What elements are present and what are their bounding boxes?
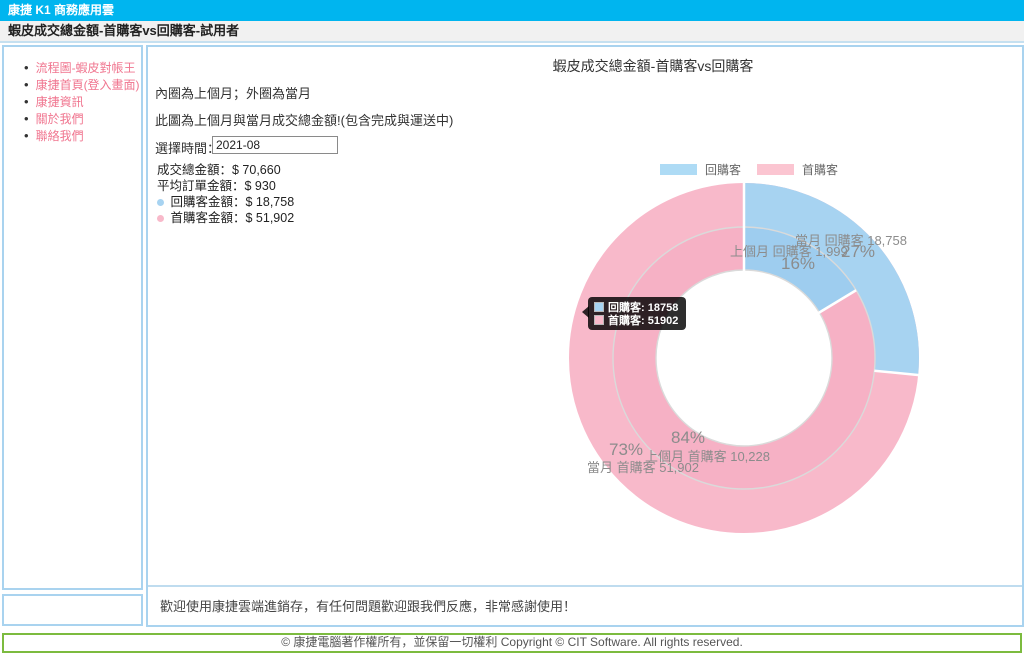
sidebar-link-list: • 流程圖-蝦皮對帳王 • 康捷首頁(登入畫面) • 康捷資訊 • 關於我們 •… (4, 47, 141, 144)
pct-last-month-first-purchase: 84% (671, 428, 705, 448)
page-title: 蝦皮成交總金額-首購客vs回購客-試用者 (8, 23, 239, 38)
welcome-message: 歡迎使用康捷雲端進銷存，有任何問題歡迎跟我們反應，非常感謝使用！ (160, 596, 576, 615)
bullet-icon: • (24, 60, 29, 75)
sidebar-link-contact[interactable]: 聯絡我們 (36, 127, 84, 144)
tooltip-swatch-blue (594, 302, 604, 312)
sidebar: • 流程圖-蝦皮對帳王 • 康捷首頁(登入畫面) • 康捷資訊 • 關於我們 •… (2, 45, 143, 590)
tooltip-row-first-purchase: 首購客: 51902 (594, 313, 678, 326)
ring-explanation-note: 內圈為上個月；外圈為當月 (155, 83, 311, 102)
bullet-icon: • (24, 128, 29, 143)
sidebar-item-about[interactable]: • 關於我們 (24, 110, 141, 127)
legend-label: 回購客 (705, 161, 741, 178)
legend-item-returning[interactable]: 回購客 (660, 161, 741, 178)
page-title-bar: 蝦皮成交總金額-首購客vs回購客-試用者 (0, 21, 1024, 43)
sidebar-link-home[interactable]: 康捷首頁(登入畫面) (36, 76, 140, 93)
footer: © 康捷電腦著作權所有，並保留一切權利 Copyright © CIT Soft… (2, 633, 1022, 653)
sidebar-item-info[interactable]: • 康捷資訊 (24, 93, 141, 110)
pct-last-month-returning: 16% (781, 254, 815, 274)
chart-description-note: 此圖為上個月與當月成交總金額!(包含完成與運送中) (155, 110, 453, 129)
bullet-icon: • (24, 111, 29, 126)
stat-first-purchase-amount: 首購客金額：$ 51,902 (157, 207, 294, 226)
time-input[interactable] (212, 136, 338, 154)
app-title: 康捷 K1 商務應用雲 (8, 3, 114, 17)
bullet-icon: • (24, 94, 29, 109)
bullet-icon: • (24, 77, 29, 92)
legend-item-first-purchase[interactable]: 首購客 (757, 161, 838, 178)
sidebar-item-contact[interactable]: • 聯絡我們 (24, 127, 141, 144)
chart-legend: 回購客 首購客 (660, 161, 854, 178)
sidebar-item-flowchart[interactable]: • 流程圖-蝦皮對帳王 (24, 59, 141, 76)
copyright-text: © 康捷電腦著作權所有，並保留一切權利 Copyright © CIT Soft… (281, 635, 743, 649)
legend-swatch-pink (757, 164, 794, 175)
sidebar-link-flowchart[interactable]: 流程圖-蝦皮對帳王 (36, 59, 136, 76)
chart-tooltip: 回購客: 18758 首購客: 51902 (588, 297, 686, 330)
tooltip-swatch-pink (594, 315, 604, 325)
sidebar-item-home[interactable]: • 康捷首頁(登入畫面) (24, 76, 141, 93)
page: 康捷 K1 商務應用雲 蝦皮成交總金額-首購客vs回購客-試用者 • 流程圖-蝦… (0, 0, 1024, 657)
label-current-month-first-purchase: 當月 首購客 51,902 (587, 457, 699, 476)
time-select-label: 選擇時間： (155, 138, 220, 157)
legend-swatch-blue (660, 164, 697, 175)
pink-dot-icon (157, 215, 164, 222)
chart-title: 蝦皮成交總金額-首購客vs回購客 (420, 56, 886, 76)
sidebar-link-about[interactable]: 關於我們 (36, 110, 84, 127)
legend-label: 首購客 (802, 161, 838, 178)
app-header-bar: 康捷 K1 商務應用雲 (0, 0, 1024, 21)
sidebar-link-info[interactable]: 康捷資訊 (36, 93, 84, 110)
blue-dot-icon (157, 199, 164, 206)
sidebar-secondary-panel (2, 594, 143, 626)
section-divider (148, 585, 1022, 587)
